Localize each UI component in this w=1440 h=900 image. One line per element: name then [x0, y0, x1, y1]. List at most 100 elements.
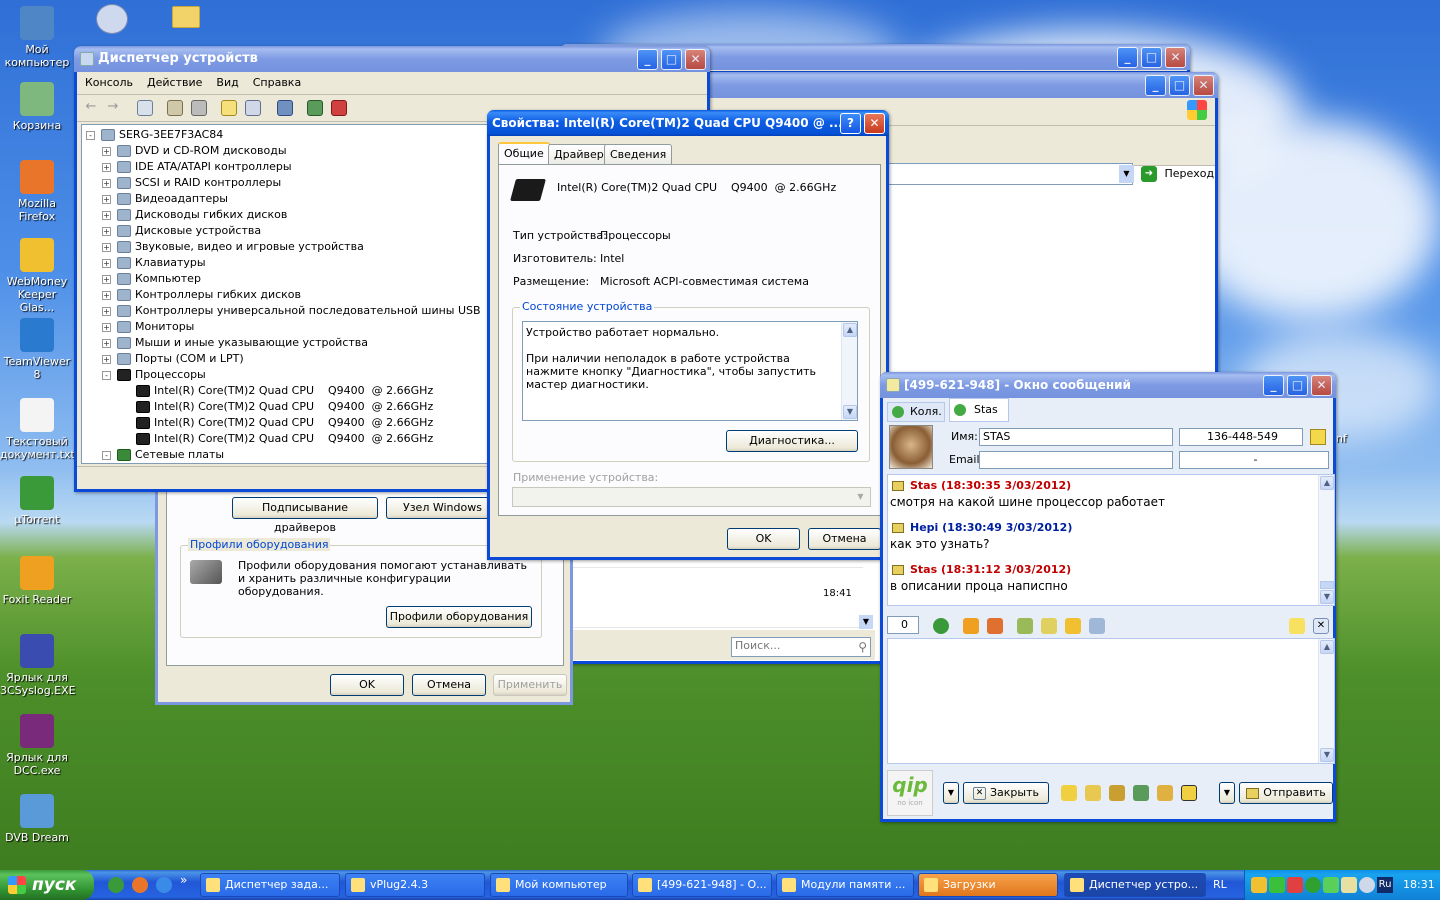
close-button[interactable]: ✕ [1311, 375, 1332, 396]
scroll-down-icon[interactable]: ▼ [1320, 748, 1334, 762]
contacts-icon[interactable] [1109, 785, 1125, 801]
webmoney-desktop-icon[interactable]: WebMoney Keeper Glas... [0, 238, 74, 314]
tree-item-category[interactable]: + SCSI и RAID контроллеры [102, 175, 281, 191]
save-icon[interactable] [1017, 618, 1033, 634]
cancel-button[interactable]: Отмена [412, 674, 486, 696]
uninstall-icon[interactable] [331, 100, 347, 116]
foxit-reader-desktop-icon[interactable]: Foxit Reader [0, 556, 74, 606]
tree-root[interactable]: - SERG-3EE7F3AC84 [86, 127, 223, 143]
menu-item-2[interactable]: Вид [216, 76, 238, 89]
tab-general[interactable]: Общие [498, 142, 550, 164]
teamviewer-desktop-icon[interactable]: TeamViewer 8 [0, 318, 74, 381]
search-input[interactable]: Поиск... ⚲ [731, 637, 871, 657]
expand-icon[interactable]: + [102, 290, 111, 300]
forward-icon[interactable]: → [105, 99, 121, 115]
close-button[interactable]: ✕ [1193, 75, 1214, 96]
3csyslog-shortcut-icon[interactable]: Ярлык для 3CSyslog.EXE [0, 634, 76, 697]
taskbar-button[interactable]: [499-621-948] - О... [632, 873, 772, 897]
close-button[interactable]: ✕ [864, 113, 885, 134]
tree-item-cpu[interactable]: Intel(R) Core(TM)2 Quad CPU Q9400 @ 2.66… [136, 399, 433, 415]
maximize-button[interactable]: □ [661, 49, 682, 70]
dcc-shortcut-icon[interactable]: Ярлык для DCC.exe [0, 714, 74, 777]
minimize-button[interactable]: _ [1145, 75, 1166, 96]
quote-icon[interactable] [1041, 618, 1057, 634]
tray-icon-1[interactable] [1251, 877, 1267, 893]
recycle-bin-desktop-icon[interactable]: Корзина [0, 82, 74, 132]
plugin-icon[interactable] [1133, 785, 1149, 801]
menu-item-3[interactable]: Справка [253, 76, 301, 89]
tree-item-cpu[interactable]: Intel(R) Core(TM)2 Quad CPU Q9400 @ 2.66… [136, 383, 433, 399]
expand-icon[interactable]: + [102, 162, 111, 172]
tree-item-category[interactable]: + Мыши и иные указывающие устройства [102, 335, 368, 351]
scan-hardware-icon[interactable] [277, 100, 293, 116]
tab-details[interactable]: Сведения [604, 144, 673, 164]
history-icon[interactable] [1065, 618, 1081, 634]
translit-icon[interactable] [1157, 785, 1173, 801]
console-tree-icon[interactable] [137, 100, 153, 116]
scroll-up-icon[interactable]: ▲ [843, 323, 857, 337]
folder-desktop-icon[interactable] [172, 6, 200, 28]
media-desktop-icon[interactable] [96, 4, 128, 34]
tree-item-category[interactable]: + IDE ATA/ATAPI контроллеры [102, 159, 292, 175]
file-icon[interactable] [1085, 785, 1101, 801]
scroll-down-icon[interactable]: ▼ [859, 615, 873, 629]
dialog-titlebar[interactable]: Свойства: Intel(R) Core(TM)2 Quad CPU Q9… [487, 110, 889, 136]
tray-icon-4[interactable] [1305, 877, 1321, 893]
color-icon[interactable] [987, 618, 1003, 634]
cpu-properties-dialog[interactable]: Свойства: Intel(R) Core(TM)2 Quad CPU Q9… [487, 110, 889, 560]
address-dropdown-icon[interactable]: ▼ [1119, 165, 1134, 183]
qip-titlebar[interactable]: [499-621-948] - Окно сообщений _ □ ✕ [880, 372, 1336, 398]
expand-icon[interactable]: + [102, 210, 111, 220]
close-tab-icon[interactable]: ✕ [1313, 618, 1329, 634]
text-document-desktop-icon[interactable]: Текстовый документ.txt [0, 398, 75, 461]
collapse-icon[interactable]: - [102, 370, 111, 380]
search-icon[interactable]: ⚲ [858, 639, 867, 655]
help-icon[interactable] [221, 100, 237, 116]
collapse-icon[interactable]: - [86, 130, 95, 140]
help-button[interactable]: ? [840, 113, 861, 134]
my-computer-desktop-icon[interactable]: Мой компьютер [0, 6, 74, 69]
menu-item-0[interactable]: Консоль [85, 76, 133, 89]
tree-item-category[interactable]: + Мониторы [102, 319, 194, 335]
print-icon[interactable] [191, 100, 207, 116]
qip-message-window[interactable]: [499-621-948] - Окно сообщений _ □ ✕ Кол… [880, 372, 1336, 822]
tray-icon-7[interactable] [1359, 877, 1375, 893]
update-driver-icon[interactable] [307, 100, 323, 116]
diagnostics-button[interactable]: Диагностика... [726, 430, 858, 452]
firefox-desktop-icon[interactable]: Mozilla Firefox [0, 160, 74, 223]
go-button[interactable]: ➜ Переход [1141, 163, 1217, 185]
notify-icon[interactable] [1181, 785, 1197, 801]
scroll-up-icon[interactable]: ▲ [1320, 640, 1334, 654]
tree-item-cpu[interactable]: Intel(R) Core(TM)2 Quad CPU Q9400 @ 2.66… [136, 415, 433, 431]
taskbar-button[interactable]: Диспетчер устро... [1064, 873, 1206, 897]
maximize-button[interactable]: □ [1287, 375, 1308, 396]
note-icon[interactable] [1289, 618, 1305, 634]
tree-item-category[interactable]: + Компьютер [102, 271, 201, 287]
expand-icon[interactable]: + [102, 258, 111, 268]
properties-icon[interactable] [167, 100, 183, 116]
expand-icon[interactable]: + [102, 194, 111, 204]
dvb-dream-desktop-icon[interactable]: DVB Dream [0, 794, 74, 844]
tree-item-category[interactable]: + Контроллеры гибких дисков [102, 287, 301, 303]
ok-button[interactable]: OK [727, 528, 800, 550]
utorrent-desktop-icon[interactable]: µTorrent [0, 476, 74, 526]
expand-icon[interactable]: + [102, 354, 111, 364]
minimize-button[interactable]: _ [1263, 375, 1284, 396]
maximize-button[interactable]: □ [1169, 75, 1190, 96]
contact-tab-stas[interactable]: Stas [949, 398, 1009, 422]
tree-item-category[interactable]: + Дисководы гибких дисков [102, 207, 287, 223]
hardware-profiles-button[interactable]: Профили оборудования [386, 606, 532, 628]
tree-item-category[interactable]: + Клавиатуры [102, 255, 206, 271]
tray-icon-2[interactable] [1269, 877, 1285, 893]
driver-signing-button[interactable]: Подписывание драйверов [232, 497, 378, 534]
taskbar-button[interactable]: Модули памяти ... [776, 873, 914, 897]
tree-item-category[interactable]: + Видеоадаптеры [102, 191, 228, 207]
expand-icon[interactable]: + [102, 242, 111, 252]
send-button[interactable]: Отправить [1239, 782, 1333, 804]
scroll-down-icon[interactable]: ▼ [843, 405, 857, 419]
input-scrollbar[interactable]: ▲ ▼ [1318, 639, 1334, 763]
cancel-button[interactable]: Отмена [808, 528, 881, 550]
menu-item-1[interactable]: Действие [147, 76, 202, 89]
taskbar-button[interactable]: Загрузки [918, 873, 1058, 897]
language-indicator[interactable]: RL [1213, 870, 1227, 900]
